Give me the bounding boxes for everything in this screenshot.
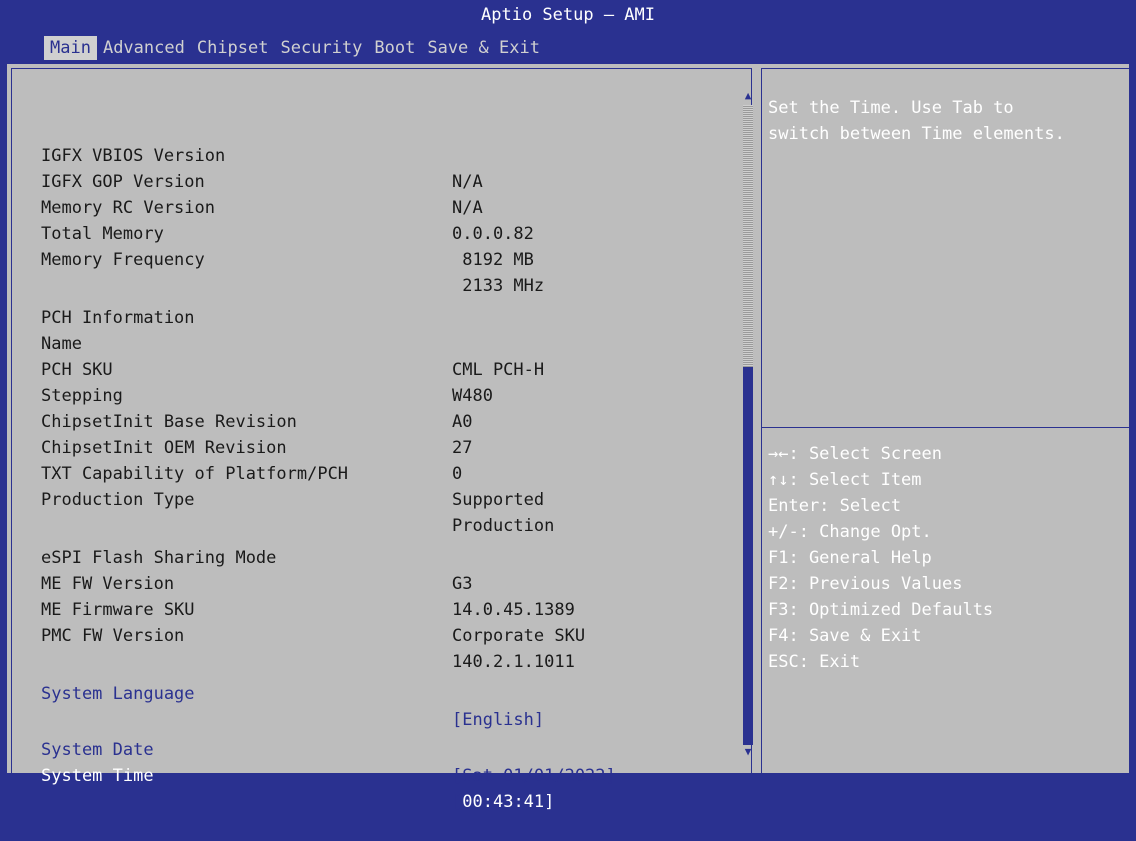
key-help-esc: ESC: Exit	[768, 652, 861, 672]
key-help-f4: F4: Save & Exit	[768, 626, 922, 646]
info-row-total-memory: Total Memory 8192 MB	[12, 195, 534, 270]
scroll-up-icon[interactable]: ▲	[743, 89, 753, 103]
tab-boot[interactable]: Boot	[368, 36, 421, 60]
main-frame: IGFX VBIOS Version N/A IGFX GOP Version …	[7, 64, 1130, 812]
info-value: 0	[452, 464, 463, 484]
setting-system-language[interactable]: System Language [English]	[12, 655, 544, 730]
date-field[interactable]: [Sat 01/01/2022]	[452, 763, 616, 789]
setting-label: System Time	[41, 766, 154, 786]
info-value: Production	[452, 516, 555, 536]
info-label: Memory Frequency	[41, 250, 205, 270]
time-bracket: [	[452, 792, 463, 812]
bios-setup-screen: Aptio Setup – AMI Main Advanced Chipset …	[0, 0, 1136, 812]
section-header-pch: PCH Information	[12, 279, 195, 328]
language-select[interactable]: [English]	[452, 707, 544, 733]
window-title: Aptio Setup – AMI	[481, 5, 655, 25]
tab-save-exit[interactable]: Save & Exit	[421, 36, 546, 60]
help-divider	[762, 427, 1130, 428]
info-value: 14.0.45.1389	[452, 600, 575, 620]
scrollbar[interactable]: ▲ ▼	[743, 89, 753, 761]
info-row-espi-flash: eSPI Flash Sharing Mode G3	[12, 519, 472, 594]
info-row-chipsetinit-base: ChipsetInit Base Revision 27	[12, 383, 472, 458]
help-line: switch between Time elements.	[768, 124, 1065, 144]
tab-main[interactable]: Main	[44, 36, 97, 60]
time-hour-field[interactable]: 00	[462, 792, 482, 812]
info-row-pch-sku: PCH SKU W480	[12, 331, 493, 406]
info-value: CML PCH-H	[452, 360, 545, 380]
tab-security[interactable]: Security	[275, 36, 369, 60]
info-label: PMC FW Version	[41, 626, 185, 646]
key-help-f2: F2: Previous Values	[768, 574, 963, 594]
info-row-igfx-gop: IGFX GOP Version N/A	[12, 143, 483, 218]
info-value: 27	[452, 438, 473, 458]
setting-system-time[interactable]: System Time [00:43:41]	[12, 737, 554, 812]
help-panel: Set the Time. Use Tab to switch between …	[761, 68, 1130, 773]
info-row-production-type: Production Type Production	[12, 461, 554, 536]
info-row-stepping: Stepping A0	[12, 357, 472, 432]
info-value: Supported	[452, 490, 545, 510]
key-help-select-item: ↑↓: Select Item	[768, 470, 922, 490]
key-help-change-opt: +/-: Change Opt.	[768, 522, 932, 542]
key-help-f3: F3: Optimized Defaults	[768, 600, 994, 620]
key-help-select-screen: →←: Select Screen	[768, 444, 942, 464]
info-value: N/A	[452, 198, 483, 218]
info-row-memory-frequency: Memory Frequency 2133 MHz	[12, 221, 544, 296]
tab-chipset[interactable]: Chipset	[191, 36, 275, 60]
key-legend: →←: Select Screen ↑↓: Select Item Enter:…	[768, 441, 1118, 675]
settings-panel: IGFX VBIOS Version N/A IGFX GOP Version …	[11, 68, 753, 812]
info-value: 0.0.0.82	[452, 224, 534, 244]
time-rest: :43:41]	[482, 792, 555, 812]
info-value: 8192 MB	[452, 250, 534, 270]
time-field[interactable]: [00:43:41]	[452, 789, 554, 815]
key-help-enter: Enter: Select	[768, 496, 902, 516]
info-row-pmc-fw-version: PMC FW Version 140.2.1.1011	[12, 597, 575, 672]
scrollbar-thumb[interactable]	[743, 367, 753, 745]
info-row-igfx-vbios: IGFX VBIOS Version N/A	[12, 117, 483, 192]
tab-advanced[interactable]: Advanced	[97, 36, 191, 60]
info-row-me-fw-version: ME FW Version 14.0.45.1389	[12, 545, 575, 620]
info-value: 2133 MHz	[452, 276, 545, 296]
help-line: Set the Time. Use Tab to	[768, 98, 1014, 118]
info-value: A0	[452, 412, 473, 432]
scroll-down-icon[interactable]: ▼	[743, 745, 753, 759]
info-value: W480	[452, 386, 493, 406]
help-text: Set the Time. Use Tab to switch between …	[768, 95, 1118, 147]
info-row-me-firmware-sku: ME Firmware SKU Corporate SKU	[12, 571, 585, 646]
scrollbar-track[interactable]	[743, 105, 753, 367]
info-value: N/A	[452, 172, 483, 192]
key-help-f1: F1: General Help	[768, 548, 932, 568]
setting-system-date[interactable]: System Date [Sat 01/01/2022]	[12, 711, 616, 786]
info-row-memory-rc: Memory RC Version 0.0.0.82	[12, 169, 534, 244]
menu-tabs: Main Advanced Chipset Security Boot Save…	[44, 36, 546, 60]
info-value: G3	[452, 574, 473, 594]
info-value: Corporate SKU	[452, 626, 586, 646]
info-label: Production Type	[41, 490, 195, 510]
setting-label: System Language	[41, 684, 195, 704]
info-row-txt-capability: TXT Capability of Platform/PCH Supported	[12, 435, 544, 510]
info-value: 140.2.1.1011	[452, 652, 575, 672]
info-row-name: Name CML PCH-H	[12, 305, 544, 380]
info-row-chipsetinit-oem: ChipsetInit OEM Revision 0	[12, 409, 462, 484]
